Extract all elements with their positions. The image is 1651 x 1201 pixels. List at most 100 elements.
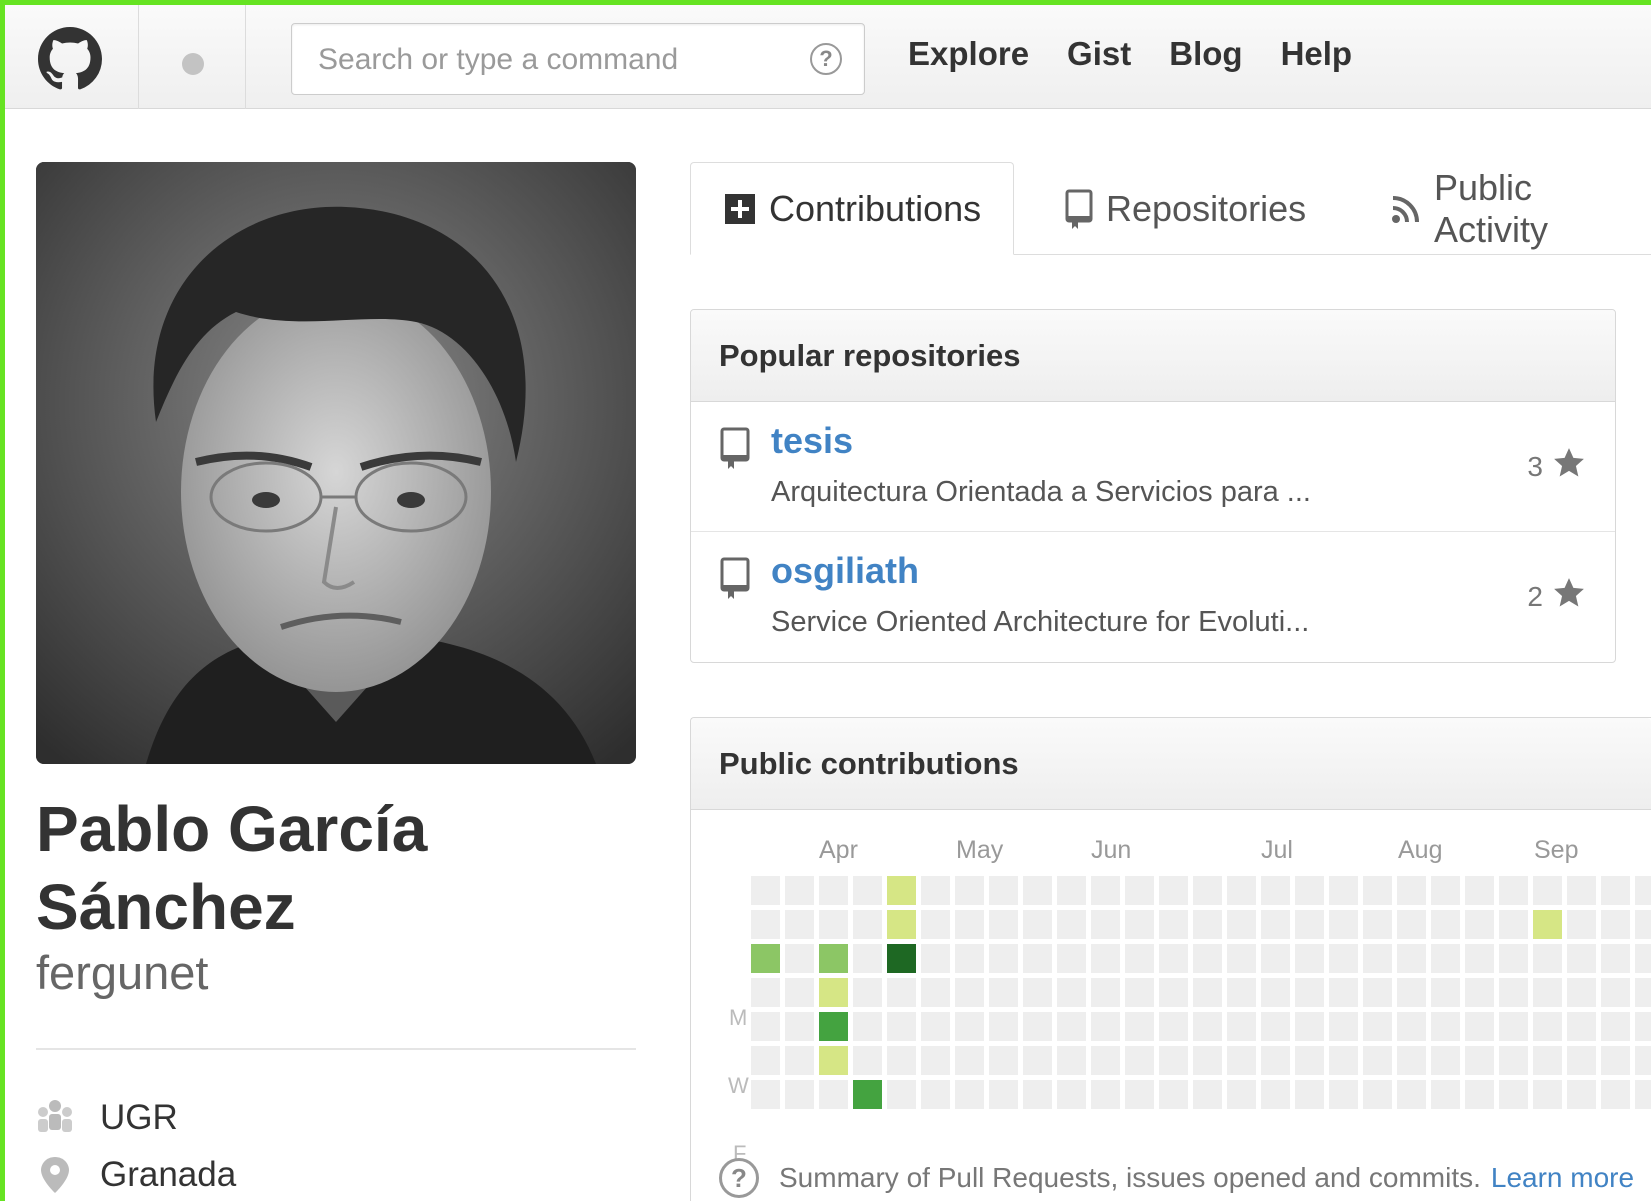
contribution-day-cell[interactable] xyxy=(1567,1080,1596,1109)
contribution-day-cell[interactable] xyxy=(751,876,780,905)
contribution-day-cell[interactable] xyxy=(1227,910,1256,939)
contribution-day-cell[interactable] xyxy=(1363,910,1392,939)
contribution-day-cell[interactable] xyxy=(853,1012,882,1041)
contribution-day-cell[interactable] xyxy=(1397,910,1426,939)
contribution-day-cell[interactable] xyxy=(1499,1012,1528,1041)
contribution-day-cell[interactable] xyxy=(1295,876,1324,905)
contribution-day-cell[interactable] xyxy=(1057,1080,1086,1109)
contribution-day-cell[interactable] xyxy=(1465,1046,1494,1075)
contribution-day-cell[interactable] xyxy=(819,1046,848,1075)
contribution-day-cell[interactable] xyxy=(989,876,1018,905)
contribution-day-cell[interactable] xyxy=(1261,1046,1290,1075)
contribution-day-cell[interactable] xyxy=(1329,1012,1358,1041)
contribution-day-cell[interactable] xyxy=(1125,1080,1154,1109)
contribution-day-cell[interactable] xyxy=(1261,876,1290,905)
contribution-day-cell[interactable] xyxy=(1057,876,1086,905)
contribution-day-cell[interactable] xyxy=(1431,1046,1460,1075)
contribution-day-cell[interactable] xyxy=(1499,1080,1528,1109)
contribution-day-cell[interactable] xyxy=(1057,910,1086,939)
contribution-day-cell[interactable] xyxy=(1431,1012,1460,1041)
contribution-day-cell[interactable] xyxy=(1635,910,1651,939)
contribution-day-cell[interactable] xyxy=(1601,876,1630,905)
contribution-day-cell[interactable] xyxy=(853,910,882,939)
github-octocat-icon[interactable] xyxy=(35,27,105,91)
contribution-day-cell[interactable] xyxy=(1227,978,1256,1007)
contribution-day-cell[interactable] xyxy=(785,910,814,939)
contribution-day-cell[interactable] xyxy=(1567,1012,1596,1041)
search-box[interactable]: ? xyxy=(291,23,865,95)
contribution-day-cell[interactable] xyxy=(1635,978,1651,1007)
contribution-day-cell[interactable] xyxy=(819,1080,848,1109)
contribution-day-cell[interactable] xyxy=(1125,910,1154,939)
contribution-day-cell[interactable] xyxy=(989,944,1018,973)
contribution-day-cell[interactable] xyxy=(1159,978,1188,1007)
contribution-day-cell[interactable] xyxy=(1567,876,1596,905)
contribution-day-cell[interactable] xyxy=(1227,876,1256,905)
contribution-day-cell[interactable] xyxy=(853,944,882,973)
contribution-day-cell[interactable] xyxy=(1465,910,1494,939)
contribution-day-cell[interactable] xyxy=(1159,910,1188,939)
contribution-day-cell[interactable] xyxy=(989,1012,1018,1041)
contribution-day-cell[interactable] xyxy=(1125,944,1154,973)
contribution-day-cell[interactable] xyxy=(1091,1080,1120,1109)
contribution-day-cell[interactable] xyxy=(1363,978,1392,1007)
contribution-day-cell[interactable] xyxy=(1533,1080,1562,1109)
contribution-day-cell[interactable] xyxy=(1635,944,1651,973)
contribution-day-cell[interactable] xyxy=(1635,876,1651,905)
contribution-day-cell[interactable] xyxy=(955,1012,984,1041)
notification-dot-icon[interactable] xyxy=(182,53,204,75)
contribution-day-cell[interactable] xyxy=(819,978,848,1007)
contribution-day-cell[interactable] xyxy=(989,978,1018,1007)
contribution-day-cell[interactable] xyxy=(1159,876,1188,905)
contribution-day-cell[interactable] xyxy=(1601,1080,1630,1109)
contribution-day-cell[interactable] xyxy=(1499,876,1528,905)
contribution-day-cell[interactable] xyxy=(921,978,950,1007)
nav-blog[interactable]: Blog xyxy=(1169,35,1242,73)
search-input[interactable] xyxy=(318,40,798,80)
contribution-day-cell[interactable] xyxy=(751,1080,780,1109)
contribution-day-cell[interactable] xyxy=(751,1012,780,1041)
contribution-day-cell[interactable] xyxy=(751,910,780,939)
contribution-day-cell[interactable] xyxy=(1295,1080,1324,1109)
contribution-day-cell[interactable] xyxy=(785,978,814,1007)
contribution-day-cell[interactable] xyxy=(1601,910,1630,939)
contribution-day-cell[interactable] xyxy=(1057,944,1086,973)
contribution-day-cell[interactable] xyxy=(1261,1012,1290,1041)
contribution-day-cell[interactable] xyxy=(1227,1046,1256,1075)
contribution-day-cell[interactable] xyxy=(1431,978,1460,1007)
contribution-day-cell[interactable] xyxy=(1363,876,1392,905)
contribution-day-cell[interactable] xyxy=(1397,1080,1426,1109)
contribution-day-cell[interactable] xyxy=(1125,1012,1154,1041)
nav-help[interactable]: Help xyxy=(1281,35,1353,73)
contribution-day-cell[interactable] xyxy=(1363,1012,1392,1041)
contribution-day-cell[interactable] xyxy=(1601,1046,1630,1075)
nav-gist[interactable]: Gist xyxy=(1067,35,1131,73)
contribution-day-cell[interactable] xyxy=(955,1080,984,1109)
contribution-day-cell[interactable] xyxy=(819,876,848,905)
contribution-day-cell[interactable] xyxy=(1431,944,1460,973)
contribution-day-cell[interactable] xyxy=(1533,910,1562,939)
contribution-day-cell[interactable] xyxy=(1465,978,1494,1007)
contribution-day-cell[interactable] xyxy=(1261,1080,1290,1109)
contribution-day-cell[interactable] xyxy=(887,1080,916,1109)
contribution-day-cell[interactable] xyxy=(1533,876,1562,905)
contribution-day-cell[interactable] xyxy=(1125,978,1154,1007)
repo-name-link[interactable]: osgiliath xyxy=(771,550,919,592)
contribution-day-cell[interactable] xyxy=(1023,944,1052,973)
contribution-day-cell[interactable] xyxy=(853,1046,882,1075)
contribution-day-cell[interactable] xyxy=(1193,944,1222,973)
contribution-day-cell[interactable] xyxy=(785,944,814,973)
contribution-day-cell[interactable] xyxy=(1465,1080,1494,1109)
contribution-day-cell[interactable] xyxy=(1091,910,1120,939)
contribution-day-cell[interactable] xyxy=(1329,978,1358,1007)
contribution-day-cell[interactable] xyxy=(1465,876,1494,905)
contribution-day-cell[interactable] xyxy=(887,876,916,905)
contribution-day-cell[interactable] xyxy=(1295,910,1324,939)
contribution-day-cell[interactable] xyxy=(989,910,1018,939)
contribution-day-cell[interactable] xyxy=(955,876,984,905)
contribution-day-cell[interactable] xyxy=(785,1012,814,1041)
contribution-day-cell[interactable] xyxy=(1363,1046,1392,1075)
contribution-day-cell[interactable] xyxy=(1261,910,1290,939)
contribution-day-cell[interactable] xyxy=(1193,1046,1222,1075)
contribution-day-cell[interactable] xyxy=(1465,1012,1494,1041)
